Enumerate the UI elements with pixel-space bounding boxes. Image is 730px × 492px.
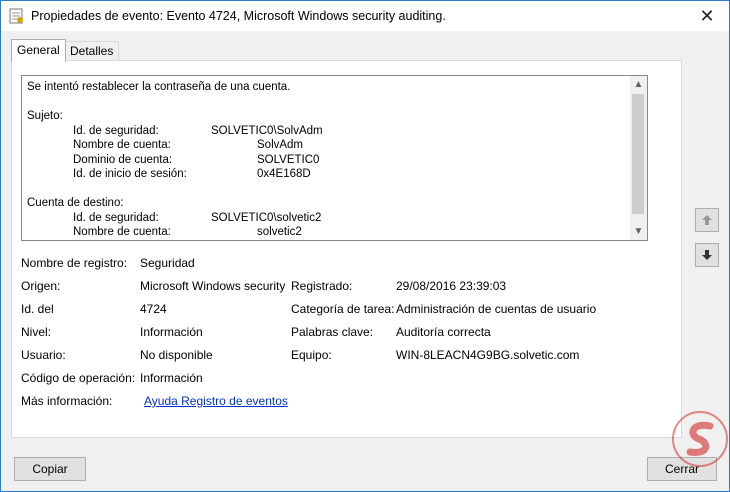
computer-label: Equipo: [291, 348, 332, 362]
opcode-value: Información [140, 371, 203, 385]
log-name-label: Nombre de registro: [21, 256, 128, 270]
keywords-label: Palabras clave: [291, 325, 374, 339]
previous-event-button[interactable] [695, 208, 719, 232]
source-value: Microsoft Windows security [140, 279, 286, 293]
arrow-down-icon [702, 250, 712, 260]
task-category-value: Administración de cuentas de usuario [396, 302, 597, 316]
event-properties-icon [9, 8, 23, 24]
solvetic-logo [672, 411, 728, 467]
next-event-button[interactable] [695, 243, 719, 267]
event-log-help-link[interactable]: Ayuda Registro de eventos [144, 394, 288, 408]
event-properties-window: Propiedades de evento: Evento 4724, Micr… [0, 0, 730, 492]
user-label: Usuario: [21, 348, 66, 362]
level-label: Nivel: [21, 325, 52, 339]
arrow-up-icon [702, 215, 712, 225]
event-description-box[interactable]: Se intentó restablecer la contraseña de … [21, 75, 648, 241]
more-info-label: Más información: [21, 394, 113, 408]
scroll-down-icon[interactable]: ▼ [630, 223, 647, 240]
logged-value: 29/08/2016 23:39:03 [396, 279, 507, 293]
log-name-value: Seguridad [140, 256, 195, 270]
title-bar[interactable]: Propiedades de evento: Evento 4724, Micr… [1, 1, 729, 31]
window-title: Propiedades de evento: Evento 4724, Micr… [31, 9, 446, 23]
opcode-label: Código de operación: [21, 371, 136, 385]
copy-button[interactable]: Copiar [14, 457, 86, 481]
computer-value: WIN-8LEACN4G9BG.solvetic.com [396, 348, 580, 362]
event-id-label: Id. del [21, 302, 54, 316]
event-id-value: 4724 [140, 302, 167, 316]
scroll-thumb[interactable] [632, 94, 644, 214]
close-icon[interactable]: ✕ [685, 1, 729, 31]
event-description-text: Se intentó restablecer la contraseña de … [27, 81, 323, 238]
user-value: No disponible [140, 348, 213, 362]
task-category-label: Categoría de tarea: [291, 302, 395, 316]
tab-general[interactable]: General [11, 39, 66, 62]
scroll-up-icon[interactable]: ▲ [630, 76, 647, 93]
logged-label: Registrado: [291, 279, 353, 293]
source-label: Origen: [21, 279, 61, 293]
description-scrollbar[interactable]: ▲ ▼ [630, 76, 647, 240]
keywords-value: Auditoría correcta [396, 325, 491, 339]
level-value: Información [140, 325, 203, 339]
tab-details[interactable]: Detalles [64, 41, 120, 61]
